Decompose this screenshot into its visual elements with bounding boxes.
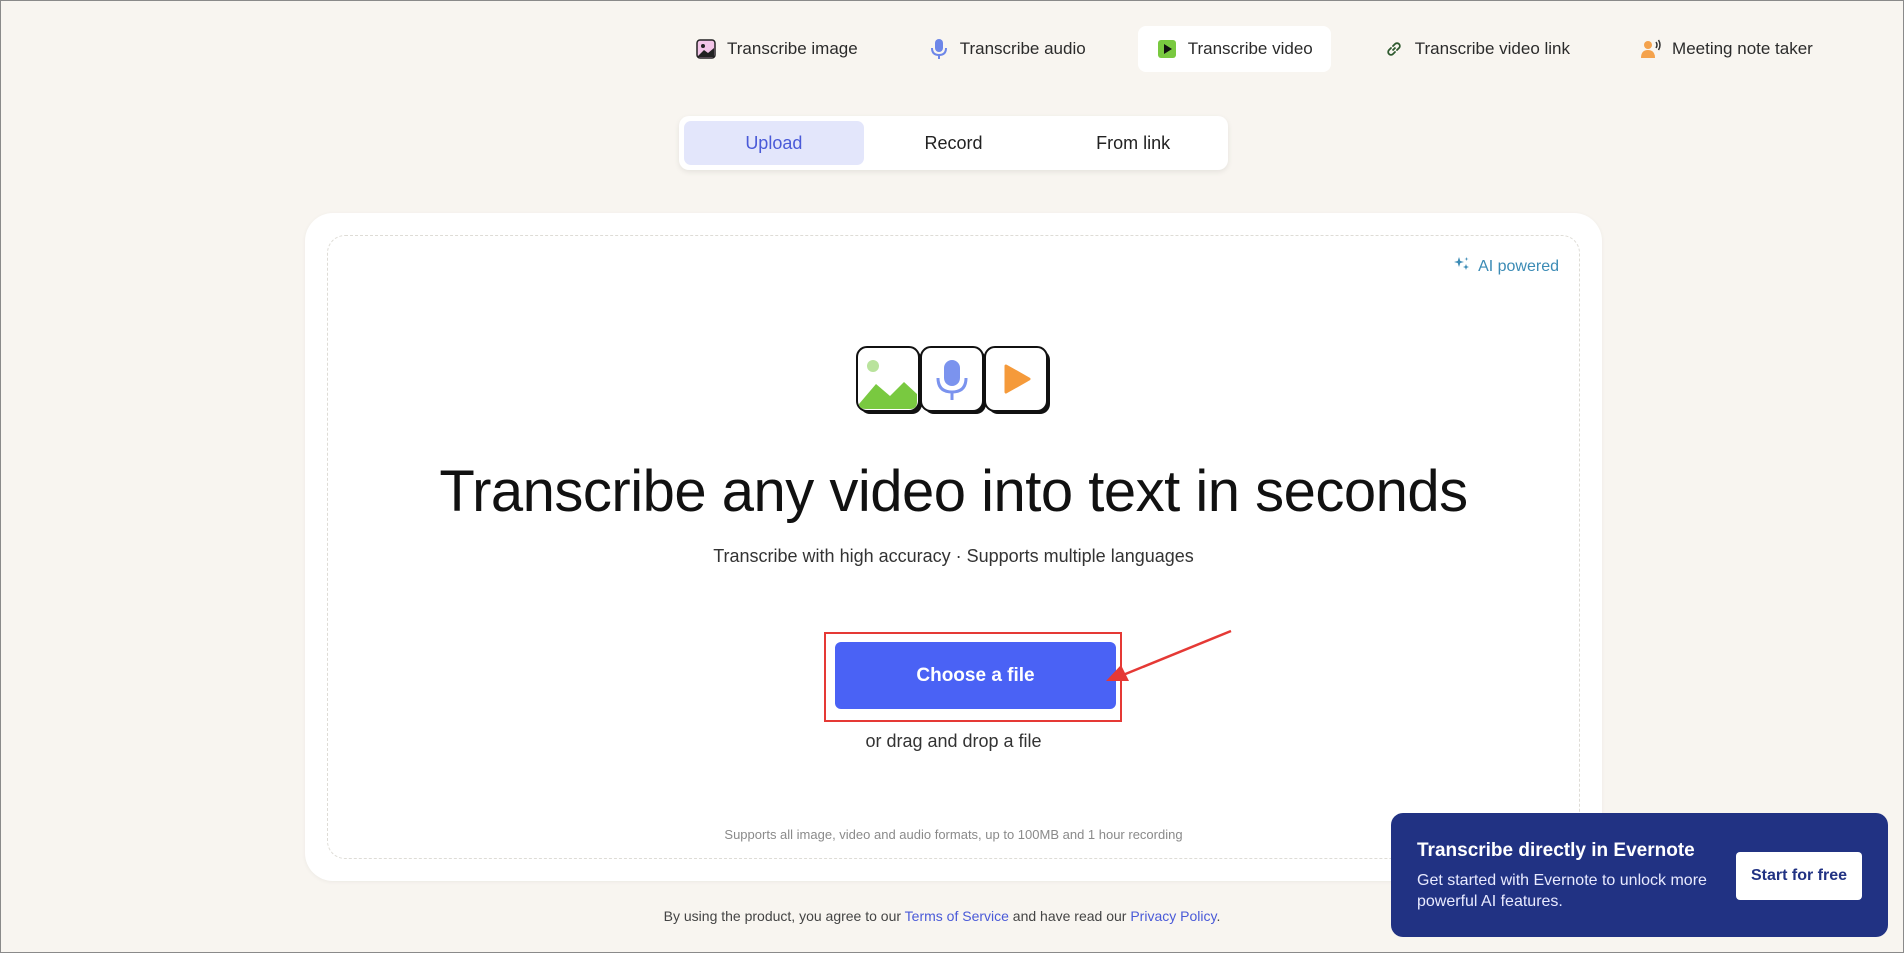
- nav-label: Transcribe video link: [1414, 39, 1571, 58]
- nav-transcribe-video[interactable]: Transcribe video: [1137, 26, 1331, 72]
- source-tabs: Upload Record From link: [679, 116, 1228, 170]
- annotation-arrow-icon: [1106, 629, 1232, 681]
- page-subtitle: Transcribe with high accuracy · Supports…: [713, 546, 1194, 566]
- ai-powered-badge: AI powered: [1453, 256, 1559, 277]
- tab-from-link[interactable]: From link: [1043, 121, 1223, 165]
- nav-label: Meeting note taker: [1672, 39, 1813, 58]
- page-headline: Transcribe any video into text in second…: [439, 459, 1468, 524]
- start-for-free-button[interactable]: Start for free: [1736, 852, 1862, 900]
- hero-image-icon: [855, 346, 922, 414]
- speaker-person-icon: [1640, 38, 1662, 60]
- ai-powered-label: AI powered: [1478, 257, 1559, 275]
- footer-suffix: .: [1216, 908, 1221, 924]
- link-icon: [1383, 38, 1405, 60]
- image-icon: [695, 38, 717, 60]
- nav-transcribe-video-link[interactable]: Transcribe video link: [1365, 26, 1588, 72]
- hero-play-icon: [983, 346, 1050, 414]
- hero-microphone-icon: [919, 346, 986, 414]
- drop-zone[interactable]: AI powered Transcribe any video into tex…: [327, 235, 1580, 859]
- nav-transcribe-image[interactable]: Transcribe image: [677, 26, 876, 72]
- evernote-promo-banner: Transcribe directly in Evernote Get star…: [1391, 813, 1888, 937]
- top-nav: Transcribe image Transcribe audio Transc…: [677, 25, 1831, 73]
- video-play-icon: [1156, 38, 1178, 60]
- nav-transcribe-audio[interactable]: Transcribe audio: [910, 26, 1104, 72]
- nav-meeting-note-taker[interactable]: Meeting note taker: [1622, 26, 1831, 72]
- nav-label: Transcribe image: [727, 39, 858, 58]
- tab-upload[interactable]: Upload: [684, 121, 864, 165]
- footer-prefix: By using the product, you agree to our: [663, 908, 905, 924]
- nav-label: Transcribe audio: [959, 39, 1086, 58]
- microphone-icon: [928, 38, 950, 60]
- hero-media-icons: [855, 346, 1052, 420]
- choose-file-button[interactable]: Choose a file: [835, 642, 1116, 709]
- nav-label: Transcribe video: [1187, 39, 1313, 58]
- footer-middle: and have read our: [1008, 908, 1131, 924]
- drag-drop-hint: or drag and drop a file: [865, 731, 1042, 751]
- upload-card: AI powered Transcribe any video into tex…: [305, 213, 1602, 881]
- promo-text: Get started with Evernote to unlock more…: [1417, 872, 1707, 910]
- tab-record[interactable]: Record: [864, 121, 1044, 165]
- privacy-policy-link[interactable]: Privacy Policy: [1130, 908, 1216, 924]
- sparkle-icon: [1453, 256, 1471, 277]
- terms-of-service-link[interactable]: Terms of Service: [905, 908, 1009, 924]
